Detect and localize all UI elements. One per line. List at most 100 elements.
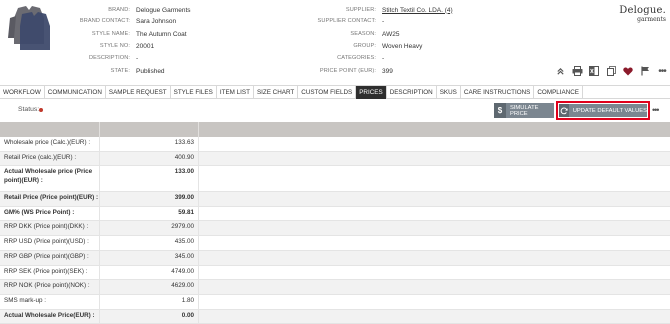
flag-icon[interactable]: [639, 65, 651, 77]
field-value: -: [382, 17, 385, 25]
update-default-values-label: UPDATE DEFAULT VALUES: [572, 107, 647, 114]
price-label: Retail Price (Price point)(EUR) :: [0, 192, 100, 206]
table-row: RRP DKK (Price point)(DKK) :2979.00: [0, 221, 670, 237]
more-options-icon[interactable]: •••: [652, 105, 660, 115]
tab-skus[interactable]: SKUS: [437, 86, 461, 99]
copy-icon[interactable]: [605, 65, 617, 77]
empty-cell: [199, 295, 670, 309]
field-value: -: [382, 54, 385, 62]
header-field: PRICE POINT (EUR): 399: [0, 66, 393, 76]
price-value: 4749.00: [100, 265, 199, 280]
chevrons-up-icon[interactable]: [554, 65, 566, 77]
header-field: SUPPLIER: Stitch Textil Co. LDA. (4): [0, 5, 453, 15]
empty-cell: [199, 251, 670, 265]
field-label: SUPPLIER CONTACT:: [317, 18, 376, 24]
tab-sample-request[interactable]: SAMPLE REQUEST: [106, 86, 171, 99]
prices-table: Wholesale price (Calc.)(EUR) :133.63 Reta…: [0, 122, 670, 324]
header-field: GROUP: Woven Heavy: [0, 41, 422, 51]
table-row: GM% (WS Price Point) :59.81: [0, 206, 670, 222]
update-default-values-button[interactable]: UPDATE DEFAULT VALUES: [559, 104, 647, 117]
field-label: CATEGORIES:: [337, 55, 376, 61]
price-value: 59.81: [100, 206, 199, 221]
field-value: AW25: [382, 30, 400, 38]
empty-cell: [199, 221, 670, 235]
table-row: RRP USD (Price point)(USD) :435.00: [0, 236, 670, 251]
refresh-icon: [559, 104, 569, 117]
price-label: RRP SEK (Price point)(SEK) :: [0, 265, 100, 280]
price-label: RRP USD (Price point)(USD) :: [0, 236, 100, 250]
price-value: 345.00: [100, 250, 199, 265]
price-value: 399.00: [100, 192, 199, 206]
price-label: Actual Wholesale Price(EUR) :: [0, 309, 100, 324]
header-actions: •••: [554, 65, 668, 77]
table-row: SMS mark-up :1.80: [0, 294, 670, 310]
print-icon[interactable]: [571, 65, 583, 77]
price-label: GM% (WS Price Point) :: [0, 206, 100, 221]
price-value: 4629.00: [100, 280, 199, 294]
table-row: Wholesale price (Calc.)(EUR) :133.63: [0, 137, 670, 152]
table-row: Retail Price (calc.)(EUR) :400.90: [0, 151, 670, 167]
empty-cell: [199, 137, 670, 151]
price-label: RRP GBP (Price point)(GBP) :: [0, 250, 100, 265]
field-value[interactable]: Stitch Textil Co. LDA. (4): [382, 7, 453, 14]
field-value: 399: [382, 67, 393, 75]
tab-compliance[interactable]: COMPLIANCE: [534, 86, 584, 99]
header-cell: [0, 122, 100, 137]
table-header: [0, 122, 670, 137]
table-row: Actual Wholesale price (Price point)(EUR…: [0, 166, 670, 193]
empty-cell: [199, 310, 670, 324]
header-field: SUPPLIER CONTACT: -: [0, 16, 385, 26]
price-value: 1.80: [100, 294, 199, 309]
dollar-icon: $: [494, 103, 506, 118]
style-header: BRAND: Delogue Garments BRAND CONTACT: Sara…: [0, 0, 670, 84]
status-label: Status:: [18, 106, 40, 113]
field-label: PRICE POINT (EUR):: [319, 68, 376, 74]
table-row: Retail Price (Price point)(EUR) :399.00: [0, 192, 670, 207]
price-value: 2979.00: [100, 221, 199, 236]
tab-workflow[interactable]: WORKFLOW: [0, 86, 45, 99]
tab-bar: WORKFLOW COMMUNICATION SAMPLE REQUEST STYLE…: [0, 85, 670, 99]
price-label: Wholesale price (Calc.)(EUR) :: [0, 137, 100, 151]
tab-size-chart[interactable]: SIZE CHART: [254, 86, 299, 99]
price-label: SMS mark-up :: [0, 294, 100, 309]
empty-cell: [199, 266, 670, 280]
tab-style-files[interactable]: STYLE FILES: [171, 86, 217, 99]
status-bar: Status: $ SIMULATE PRICE UPDATE DEFAULT …: [0, 100, 670, 121]
tab-item-list[interactable]: ITEM LIST: [217, 86, 254, 99]
tab-communication[interactable]: COMMUNICATION: [45, 86, 106, 99]
heart-icon[interactable]: [622, 65, 634, 77]
table-row: RRP SEK (Price point)(SEK) :4749.00: [0, 265, 670, 281]
table-row: RRP NOK (Price point)(NOK) :4629.00: [0, 280, 670, 295]
price-value: 133.00: [100, 166, 199, 192]
price-value: 400.90: [100, 151, 199, 166]
more-icon[interactable]: •••: [656, 65, 668, 77]
table-row: RRP GBP (Price point)(GBP) :345.00: [0, 250, 670, 266]
field-label: GROUP:: [353, 43, 376, 49]
tab-care-instructions[interactable]: CARE INSTRUCTIONS: [461, 86, 535, 99]
empty-cell: [199, 192, 670, 206]
excel-icon[interactable]: [588, 65, 600, 77]
empty-cell: [199, 207, 670, 221]
price-value: 133.63: [100, 137, 199, 151]
price-label: Retail Price (calc.)(EUR) :: [0, 151, 100, 166]
simulate-price-button[interactable]: $ SIMULATE PRICE: [494, 103, 554, 118]
field-label: SUPPLIER:: [345, 7, 376, 13]
tab-prices[interactable]: PRICES: [356, 86, 387, 99]
field-value: Woven Heavy: [382, 42, 423, 50]
table-row: Actual Wholesale Price(EUR) :0.00: [0, 309, 670, 324]
price-value: 0.00: [100, 309, 199, 324]
price-value: 435.00: [100, 236, 199, 250]
header-cell: [100, 122, 199, 137]
price-label: RRP NOK (Price point)(NOK) :: [0, 280, 100, 294]
empty-cell: [199, 236, 670, 250]
price-label: Actual Wholesale price (Price point)(EUR…: [0, 166, 100, 192]
header-field: CATEGORIES: -: [0, 53, 384, 63]
empty-cell: [199, 280, 670, 294]
price-label: RRP DKK (Price point)(DKK) :: [0, 221, 100, 236]
table-body: Wholesale price (Calc.)(EUR) :133.63 Reta…: [0, 137, 670, 324]
update-default-values-highlight: UPDATE DEFAULT VALUES: [556, 101, 650, 120]
tab-custom-fields[interactable]: CUSTOM FIELDS: [298, 86, 357, 99]
empty-cell: [199, 152, 670, 166]
tab-description[interactable]: DESCRIPTION: [387, 86, 437, 99]
simulate-price-label: SIMULATE PRICE: [509, 104, 539, 117]
